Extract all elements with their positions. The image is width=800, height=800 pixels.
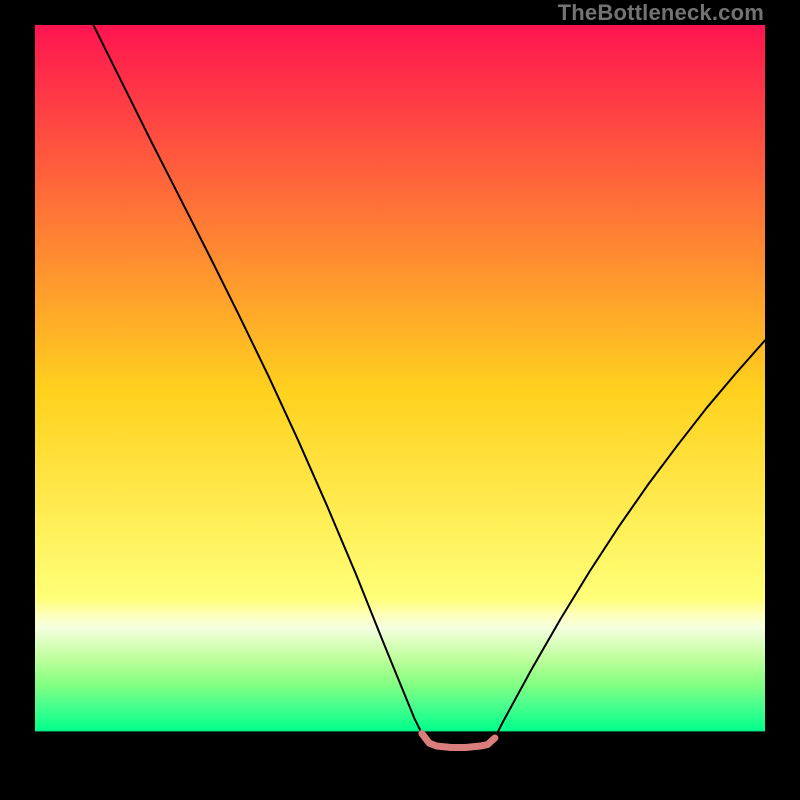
plot-area (35, 25, 765, 760)
watermark-text: TheBottleneck.com (558, 0, 764, 26)
curve-pink (422, 734, 495, 748)
curve-layer (35, 25, 765, 760)
curve-black (93, 25, 765, 748)
chart-frame: TheBottleneck.com (0, 0, 800, 800)
